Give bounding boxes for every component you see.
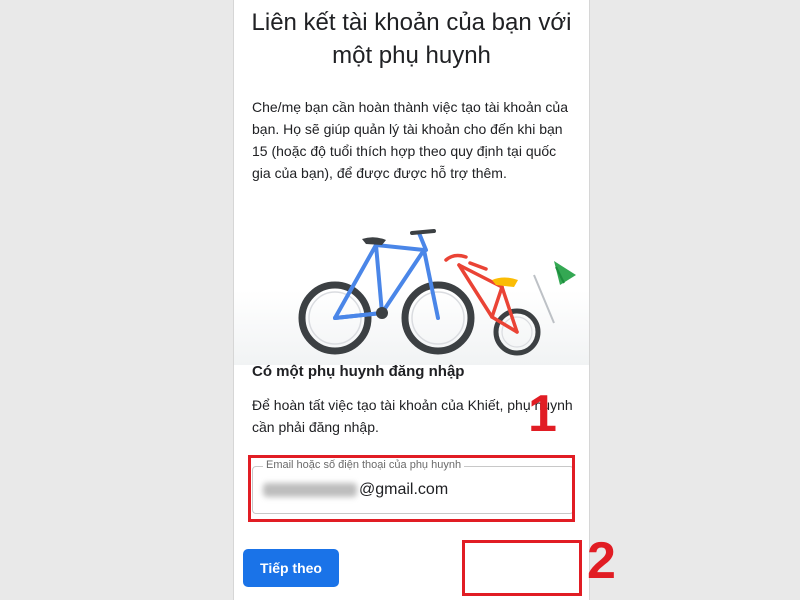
page-title-line2: một phụ huynh — [332, 42, 491, 69]
page-title: Liên kết tài khoản của bạn với một phụ h… — [244, 6, 579, 72]
bicycles-illustration — [234, 229, 589, 365]
section-heading: Có một phụ huynh đăng nhập — [252, 363, 465, 380]
step-number-1: 1 — [528, 385, 557, 443]
highlight-box-email — [248, 455, 575, 522]
description-text: Che/mẹ bạn cần hoàn thành việc tạo tài k… — [252, 99, 568, 181]
next-button[interactable]: Tiếp theo — [243, 549, 339, 587]
page-title-line1: Liên kết tài khoản của bạn với — [251, 9, 572, 36]
highlight-box-next — [462, 540, 582, 596]
step-number-2: 2 — [587, 532, 616, 590]
